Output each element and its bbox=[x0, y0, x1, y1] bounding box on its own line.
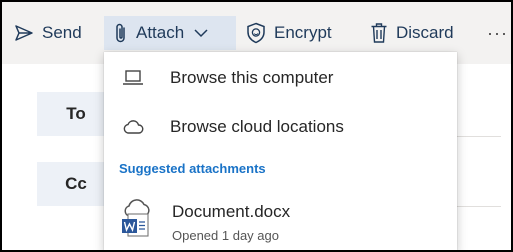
browse-cloud-label: Browse cloud locations bbox=[170, 117, 344, 136]
encrypt-label: Encrypt bbox=[274, 23, 332, 42]
trash-icon bbox=[370, 22, 388, 44]
browse-computer-label: Browse this computer bbox=[170, 68, 334, 87]
suggested-attachment-item[interactable]: Document.docx Opened 1 day ago bbox=[104, 192, 457, 250]
cloud-icon bbox=[120, 119, 146, 135]
more-options-button[interactable]: ··· bbox=[487, 16, 508, 50]
attachment-file-name: Document.docx bbox=[172, 202, 291, 221]
discard-label: Discard bbox=[396, 23, 454, 42]
chevron-down-icon bbox=[194, 28, 208, 38]
laptop-icon bbox=[120, 69, 146, 87]
shield-icon bbox=[246, 22, 266, 44]
browse-cloud-menu-item[interactable]: Browse cloud locations bbox=[104, 103, 457, 151]
attachment-opened-time: Opened 1 day ago bbox=[172, 228, 279, 243]
send-icon bbox=[14, 24, 34, 42]
encrypt-button[interactable]: Encrypt bbox=[246, 16, 332, 50]
browse-computer-menu-item[interactable]: Browse this computer bbox=[104, 54, 457, 102]
send-button[interactable]: Send bbox=[14, 16, 82, 50]
attach-button[interactable]: Attach bbox=[104, 16, 236, 50]
send-label: Send bbox=[42, 23, 82, 42]
attach-dropdown-menu: Browse this computer Browse cloud locati… bbox=[104, 52, 457, 252]
suggested-attachments-heading: Suggested attachments bbox=[119, 161, 266, 176]
discard-button[interactable]: Discard bbox=[370, 16, 454, 50]
attach-label: Attach bbox=[136, 23, 185, 42]
paperclip-icon bbox=[114, 22, 128, 44]
word-cloud-doc-icon bbox=[120, 198, 156, 243]
